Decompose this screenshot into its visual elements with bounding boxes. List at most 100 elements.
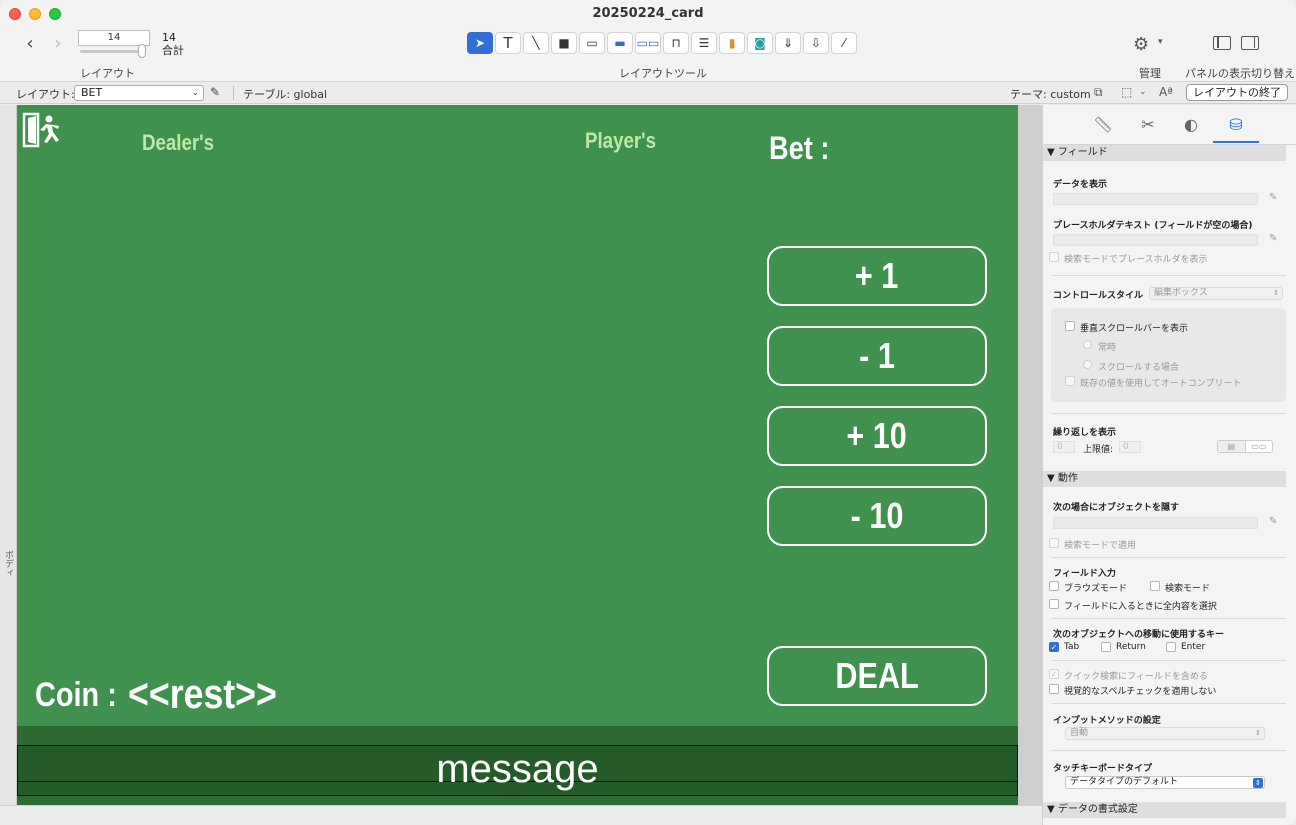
panel-toggle-label: パネルの表示切り替え: [1185, 67, 1295, 80]
right-panel-toggle-icon[interactable]: [1241, 36, 1259, 50]
select-all-checkbox[interactable]: [1049, 599, 1059, 609]
field-section-header[interactable]: ▼ フィールド: [1043, 145, 1286, 161]
minus-10-button[interactable]: - 10: [767, 486, 987, 546]
find-mode-checkbox[interactable]: [1150, 581, 1160, 591]
browse-mode-checkbox[interactable]: [1049, 581, 1059, 591]
line-tool-icon[interactable]: ╲: [523, 32, 549, 54]
toolbar: 20250224_card ‹ › 14 14 合計 レイアウト ➤ T ╲ ■…: [0, 0, 1296, 82]
minus-1-button[interactable]: - 1: [767, 326, 987, 386]
record-total-label: 合計: [162, 44, 184, 57]
layout-select-label: レイアウト:: [16, 88, 75, 101]
always-radio[interactable]: [1083, 340, 1092, 349]
chevron-right-icon[interactable]: ›: [50, 35, 66, 53]
database-icon[interactable]: ⛁: [1224, 115, 1248, 134]
placeholder-find-checkbox[interactable]: [1049, 252, 1059, 262]
button-bar-tool-icon[interactable]: ▭▭: [635, 32, 661, 54]
inspector-tabs: 📏︎ ✂︎ ◐ ⛁: [1043, 105, 1296, 145]
left-panel-toggle-icon[interactable]: [1213, 36, 1231, 50]
input-method-select[interactable]: 自動 ⇕: [1065, 727, 1265, 740]
layout-tools-label: レイアウトツール: [619, 67, 707, 80]
data-display-label: データを表示: [1053, 180, 1108, 190]
bet-label: Bet :: [769, 130, 830, 166]
insert-field-icon[interactable]: ⇓: [775, 32, 801, 54]
find-mode-label: 検索モード: [1165, 584, 1211, 594]
upper-limit-label: 上限値:: [1083, 445, 1114, 455]
enter-key-checkbox[interactable]: [1166, 642, 1176, 652]
touch-keyboard-label: タッチキーボードタイプ: [1053, 764, 1153, 774]
chevron-down-icon: ⌄: [191, 88, 199, 98]
grid-icon[interactable]: ⬚: [1121, 85, 1132, 99]
chevron-left-icon[interactable]: ‹: [22, 35, 38, 53]
vertical-orientation-icon[interactable]: ▤: [1218, 441, 1246, 452]
quick-find-checkbox[interactable]: ✓: [1049, 669, 1059, 679]
divider: [1051, 703, 1286, 704]
tab-control-tool-icon[interactable]: ⊓: [663, 32, 689, 54]
pencil-icon[interactable]: ✎: [1269, 516, 1277, 527]
status-bar: [0, 805, 1042, 825]
format-painter-icon[interactable]: ⁄: [831, 32, 857, 54]
pencil-icon[interactable]: ✎: [1269, 233, 1277, 244]
canvas-right-gutter: [1018, 105, 1042, 805]
message-text: message: [436, 747, 599, 791]
input-method-label: インプットメソッドの設定: [1053, 716, 1161, 726]
field-tool-icon[interactable]: ▭: [579, 32, 605, 54]
behavior-section-header[interactable]: ▼ 動作: [1043, 471, 1286, 487]
horizontal-orientation-icon[interactable]: ▭▭: [1246, 441, 1273, 452]
spell-check-checkbox[interactable]: [1049, 684, 1059, 694]
plus-1-button[interactable]: + 1: [767, 246, 987, 306]
plus-10-button[interactable]: + 10: [767, 406, 987, 466]
deal-button[interactable]: DEAL: [767, 646, 987, 706]
theme-icon[interactable]: ⧉: [1094, 85, 1103, 100]
palette-icon[interactable]: ◐: [1179, 115, 1203, 134]
exit-layout-button[interactable]: レイアウトの終了: [1186, 84, 1288, 101]
rest-merge-field[interactable]: <<rest>>: [128, 670, 277, 718]
part-strip[interactable]: ボディ: [0, 105, 17, 805]
autocomplete-checkbox[interactable]: [1065, 376, 1075, 386]
tab-key-checkbox[interactable]: ✓: [1049, 642, 1059, 652]
quick-find-label: クイック検索にフィールドを含める: [1064, 672, 1208, 682]
enter-key-label: Enter: [1181, 642, 1206, 652]
shape-tool-icon[interactable]: ■: [551, 32, 577, 54]
divider: [1051, 750, 1286, 751]
chart-tool-icon[interactable]: ▮: [719, 32, 745, 54]
coin-label: Coin :: [35, 676, 117, 714]
ruler-icon[interactable]: 📏︎: [1091, 115, 1115, 134]
data-format-section-header[interactable]: ▼ データの書式設定: [1043, 802, 1286, 818]
chevron-down-icon[interactable]: ▾: [1158, 37, 1163, 47]
placeholder-field[interactable]: [1053, 234, 1258, 246]
manage-label: 管理: [1139, 67, 1161, 80]
return-key-checkbox[interactable]: [1101, 642, 1111, 652]
tools-icon[interactable]: ✂︎: [1136, 115, 1160, 134]
record-slider-thumb[interactable]: [138, 44, 146, 58]
repeat-orientation-toggle[interactable]: ▤ ▭▭: [1217, 440, 1273, 453]
touch-keyboard-value: データタイプのデフォルト: [1070, 777, 1179, 787]
tab-key-label: Tab: [1064, 642, 1080, 652]
font-size-icon[interactable]: Aª: [1159, 85, 1173, 99]
data-display-field[interactable]: [1053, 193, 1258, 205]
divider: [1051, 618, 1286, 619]
vscroll-checkbox[interactable]: [1065, 321, 1075, 331]
insert-part-icon[interactable]: ⇩: [803, 32, 829, 54]
repeat-from-input[interactable]: 0: [1053, 441, 1075, 453]
button-tool-icon[interactable]: ▬: [607, 32, 633, 54]
web-viewer-tool-icon[interactable]: ◙: [747, 32, 773, 54]
control-style-value: 編集ボックス: [1154, 288, 1208, 298]
upper-limit-input[interactable]: 0: [1119, 441, 1141, 453]
gear-icon[interactable]: ⚙: [1133, 34, 1149, 55]
chevron-down-icon[interactable]: ⌄: [1139, 87, 1147, 97]
when-scrolling-radio[interactable]: [1083, 360, 1092, 369]
pencil-icon[interactable]: ✎: [210, 85, 220, 99]
pencil-icon[interactable]: ✎: [1269, 192, 1277, 203]
record-slider-track[interactable]: [80, 50, 146, 53]
portal-tool-icon[interactable]: ☰: [691, 32, 717, 54]
apply-find-checkbox[interactable]: [1049, 538, 1059, 548]
control-style-select[interactable]: 編集ボックス ⇕: [1149, 287, 1283, 300]
hide-object-field[interactable]: [1053, 517, 1258, 529]
touch-keyboard-select[interactable]: データタイプのデフォルト ⇕: [1065, 776, 1265, 789]
pointer-tool-icon[interactable]: ➤: [467, 32, 493, 54]
always-label: 常時: [1098, 343, 1117, 353]
divider: [1051, 557, 1286, 558]
text-tool-icon[interactable]: T: [495, 32, 521, 54]
exit-door-icon[interactable]: [22, 112, 64, 148]
layout-select[interactable]: BET ⌄: [74, 85, 204, 101]
